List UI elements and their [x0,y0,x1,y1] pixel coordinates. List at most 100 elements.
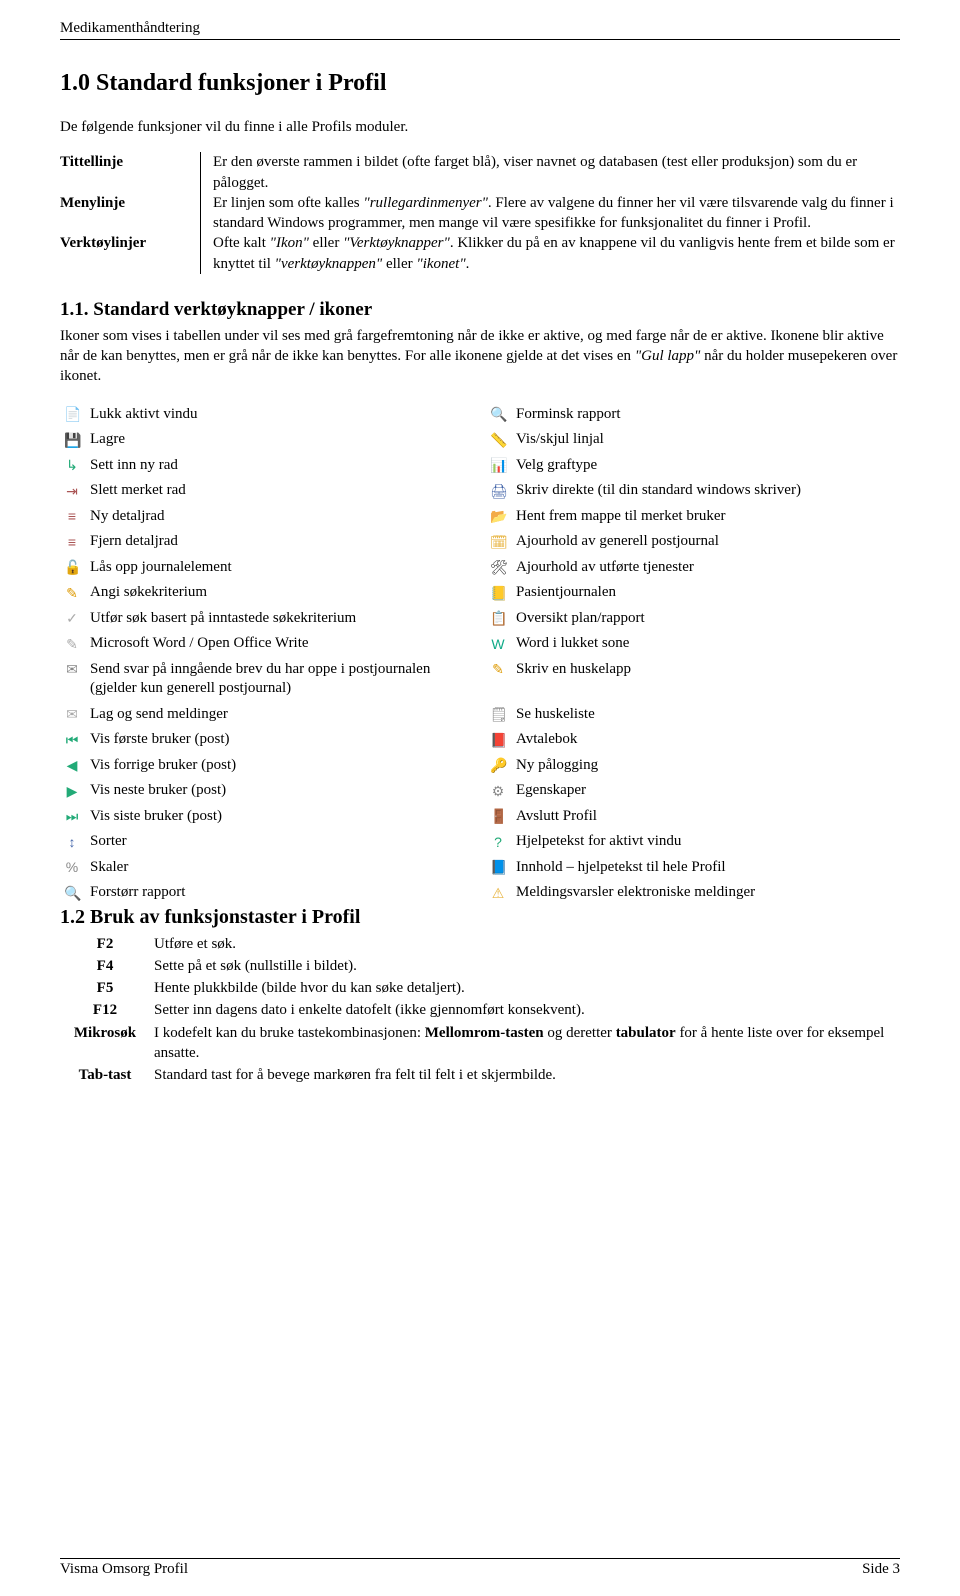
print-direct-icon: 🖨 [486,478,516,504]
heading-1-0: 1.0 Standard funksjoner i Profil [60,70,900,97]
function-keys-table: F2Utføre et søk.F4Sette på et søk (nulls… [60,933,900,1087]
heading-1-1: 1.1. Standard verktøyknapper / ikoner [60,299,900,321]
text: Er linjen som ofte kalles [213,195,363,211]
text-italic: "Gul lapp" [635,348,701,364]
footer-left: Visma Omsorg Profil [60,1561,188,1578]
heading-1-2: 1.2 Bruk av funksjonstaster i Profil [60,906,900,929]
icon-label-right: Avtalebok [516,727,900,753]
unlock-icon: 🔓 [60,555,90,581]
text-italic: "Verktøyknapper" [343,235,450,251]
fkey-row: F5Hente plukkbilde (bilde hvor du kan sø… [60,977,900,999]
text-italic: "rullegardinmenyer" [363,195,488,211]
icon-label-left: Lag og send meldinger [90,702,486,728]
text: og deretter [544,1025,616,1041]
icon-label-right: Avslutt Profil [516,804,900,830]
fkey-desc: Hente plukkbilde (bilde hvor du kan søke… [154,977,900,999]
search-criteria-icon: ✎ [60,580,90,606]
note-write-icon: ✎ [486,657,516,702]
icon-label-right: Ajourhold av generell postjournal [516,529,900,555]
fkey-row: MikrosøkI kodefelt kan du bruke tastekom… [60,1022,900,1065]
icon-row: ✉Send svar på inngående brev du har oppe… [60,657,900,702]
send-reply-icon: ✉ [60,657,90,702]
icon-label-right: Hent frem mappe til merket bruker [516,504,900,530]
icon-row: ≡Ny detaljrad📂Hent frem mappe til merket… [60,504,900,530]
icon-label-right: Se huskeliste [516,702,900,728]
def-term-tittellinje: Tittellinje [60,152,201,193]
icon-label-left: Fjern detaljrad [90,529,486,555]
icon-label-right: Egenskaper [516,778,900,804]
icon-label-right: Meldingsvarsler elektroniske meldinger [516,880,900,906]
icon-label-right: Ajourhold av utførte tjenester [516,555,900,581]
icon-row: ↳Sett inn ny rad📊Velg graftype [60,453,900,479]
icon-row: ⏮Vis første bruker (post)📕Avtalebok [60,727,900,753]
def-desc-verktoylinjer: Ofte kalt "Ikon" eller "Verktøyknapper".… [201,233,901,274]
zoom-out-icon: 🔍 [486,402,516,428]
help-context-icon: ? [486,829,516,855]
delete-row-icon: ⇥ [60,478,90,504]
zoom-in-icon: 🔍 [60,880,90,906]
icon-label-left: Ny detaljrad [90,504,486,530]
icon-row: ▶Vis neste bruker (post)⚙Egenskaper [60,778,900,804]
new-login-icon: 🔑 [486,753,516,779]
icon-label-left: Sorter [90,829,486,855]
icon-label-left: Lukk aktivt vindu [90,402,486,428]
icon-label-left: Vis neste bruker (post) [90,778,486,804]
icon-label-left: Forstørr rapport [90,880,486,906]
word-icon: ✎ [60,631,90,657]
fkey-desc: Utføre et søk. [154,933,900,955]
page-header: Medikamenthåndtering [60,20,900,40]
save-icon: 💾 [60,427,90,453]
fkey-desc: I kodefelt kan du bruke tastekombinasjon… [154,1022,900,1065]
icon-row: 🔍Forstørr rapport⚠Meldingsvarsler elektr… [60,880,900,906]
text-italic: "verktøyknappen" [275,256,383,272]
icon-label-left: Skaler [90,855,486,881]
word-locked-icon: W [486,631,516,657]
fkey-name: F12 [60,999,154,1021]
execute-search-icon: ✓ [60,606,90,632]
fkey-desc: Standard tast for å bevege markøren fra … [154,1064,900,1086]
icon-row: ✎Microsoft Word / Open Office WriteWWord… [60,631,900,657]
tools-icon: 🛠 [486,555,516,581]
icon-row: 📄Lukk aktivt vindu🔍Forminsk rapport [60,402,900,428]
text: eller [382,256,416,272]
icon-row: 💾Lagre📏Vis/skjul linjal [60,427,900,453]
icon-row: ◀Vis forrige bruker (post)🔑Ny pålogging [60,753,900,779]
icon-label-left: Slett merket rad [90,478,486,504]
definitions-table: Tittellinje Er den øverste rammen i bild… [60,152,900,274]
text: I kodefelt kan du bruke tastekombinasjon… [154,1025,425,1041]
icon-row: ⇥Slett merket rad🖨Skriv direkte (til din… [60,478,900,504]
update-journal-icon: 🗓 [486,529,516,555]
icon-label-right: Velg graftype [516,453,900,479]
def-term-menylinje: Menylinje [60,193,201,234]
icon-label-left: Sett inn ny rad [90,453,486,479]
icon-row: 🔓Lås opp journalelement🛠Ajourhold av utf… [60,555,900,581]
icon-label-right: Skriv en huskelapp [516,657,900,702]
icon-label-right: Oversikt plan/rapport [516,606,900,632]
fkey-desc: Sette på et søk (nullstille i bildet). [154,955,900,977]
icon-label-right: Word i lukket sone [516,631,900,657]
fkey-desc: Setter inn dagens dato i enkelte datofel… [154,999,900,1021]
page: Medikamenthåndtering 1.0 Standard funksj… [0,0,960,1596]
icon-label-left: Send svar på inngående brev du har oppe … [90,657,486,702]
icon-label-right: Skriv direkte (til din standard windows … [516,478,900,504]
paragraph-1-1: Ikoner som vises i tabellen under vil se… [60,326,900,387]
properties-icon: ⚙ [486,778,516,804]
icon-label-left: Vis forrige bruker (post) [90,753,486,779]
remove-detail-row-icon: ≡ [60,529,90,555]
close-window-icon: 📄 [60,402,90,428]
fkey-name: F4 [60,955,154,977]
icon-label-left: Vis første bruker (post) [90,727,486,753]
fkey-name: F2 [60,933,154,955]
text: . [466,256,470,272]
icon-label-left: Vis siste bruker (post) [90,804,486,830]
open-folder-icon: 📂 [486,504,516,530]
icon-row: ⏭Vis siste bruker (post)🚪Avslutt Profil [60,804,900,830]
def-desc-menylinje: Er linjen som ofte kalles "rullegardinme… [201,193,901,234]
icon-label-left: Utfør søk basert på inntastede søkekrite… [90,606,486,632]
def-term-verktoylinjer: Verktøylinjer [60,233,201,274]
compose-message-icon: ✉ [60,702,90,728]
text: Ofte kalt [213,235,270,251]
icon-label-left: Angi søkekriterium [90,580,486,606]
last-user-icon: ⏭ [60,804,90,830]
header-title: Medikamenthåndtering [60,20,200,36]
